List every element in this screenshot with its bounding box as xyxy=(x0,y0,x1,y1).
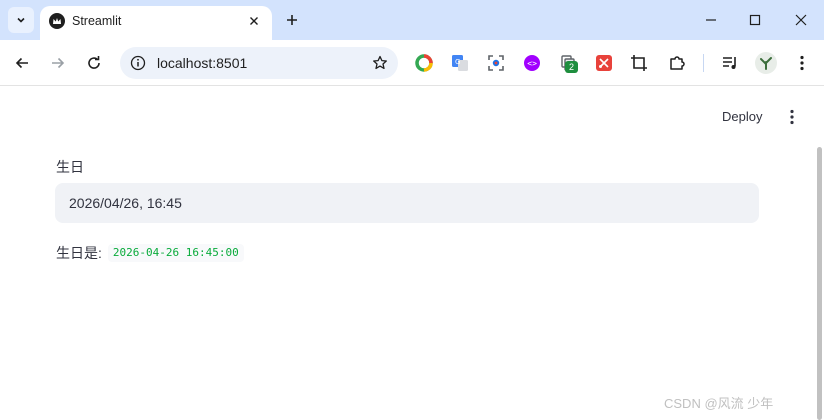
kebab-menu-icon xyxy=(790,109,794,125)
tab-search-button[interactable] xyxy=(8,7,34,33)
extension-badge: 2 xyxy=(565,61,578,73)
result-code: 2026-04-26 16:45:00 xyxy=(107,244,244,262)
toolbar-divider xyxy=(703,54,704,72)
page-scrollbar[interactable] xyxy=(817,147,822,420)
copy-extension-icon[interactable]: 2 xyxy=(557,52,579,74)
forward-button[interactable] xyxy=(44,49,72,77)
browser-tab[interactable]: Streamlit xyxy=(40,6,272,40)
bookmark-star-icon[interactable] xyxy=(370,53,390,73)
translate-icon[interactable]: G xyxy=(449,52,471,74)
api-icon[interactable]: <> xyxy=(521,52,543,74)
profile-avatar[interactable] xyxy=(755,52,777,74)
address-bar[interactable]: localhost:8501 xyxy=(120,47,398,79)
reload-icon xyxy=(88,56,100,69)
deploy-button[interactable]: Deploy xyxy=(716,107,768,127)
scissors-icon[interactable] xyxy=(593,52,615,74)
result-line: 生日是: 2026-04-26 16:45:00 xyxy=(56,242,244,264)
browser-titlebar: Streamlit xyxy=(0,0,824,40)
datetime-input[interactable]: 2026/04/26, 16:45 xyxy=(55,183,759,223)
watermark: CSDN @风流 少年 xyxy=(664,396,774,411)
back-button[interactable] xyxy=(8,49,36,77)
minimize-button[interactable] xyxy=(696,6,726,34)
media-control-icon[interactable] xyxy=(719,52,741,74)
url-text: localhost:8501 xyxy=(157,55,248,71)
date-input-label: 生日 xyxy=(56,159,84,175)
close-icon xyxy=(795,14,807,26)
plus-icon xyxy=(287,15,297,25)
tab-title: Streamlit xyxy=(72,14,122,28)
kebab-menu-icon xyxy=(800,55,804,71)
plant-avatar-icon xyxy=(760,57,772,70)
result-label: 生日是: xyxy=(56,245,102,261)
chrome-extension-color-icon[interactable] xyxy=(413,52,435,74)
browser-toolbar: localhost:8501 G <> 2 xyxy=(0,40,824,86)
puzzle-icon[interactable] xyxy=(666,52,688,74)
datetime-input-value: 2026/04/26, 16:45 xyxy=(69,195,182,211)
new-tab-button[interactable] xyxy=(280,8,304,32)
arrow-left-icon xyxy=(15,57,28,69)
crop-icon[interactable] xyxy=(628,52,650,74)
arrow-right-icon xyxy=(52,57,65,69)
screenshot-icon[interactable] xyxy=(485,52,507,74)
streamlit-app: Deploy 生日 2026/04/26, 16:45 生日是: 2026-04… xyxy=(0,87,824,420)
streamlit-crown-icon xyxy=(49,13,65,29)
svg-text:G: G xyxy=(455,58,460,66)
minimize-icon xyxy=(706,19,716,21)
site-info-icon[interactable] xyxy=(128,53,148,73)
maximize-icon xyxy=(749,14,761,26)
browser-menu-button[interactable] xyxy=(791,52,813,74)
main-menu-button[interactable] xyxy=(782,107,802,127)
maximize-button[interactable] xyxy=(740,6,770,34)
tab-close-icon[interactable] xyxy=(244,11,264,31)
svg-text:<>: <> xyxy=(527,59,537,68)
chevron-down-icon xyxy=(17,17,25,23)
reload-button[interactable] xyxy=(80,49,108,77)
close-window-button[interactable] xyxy=(786,6,816,34)
